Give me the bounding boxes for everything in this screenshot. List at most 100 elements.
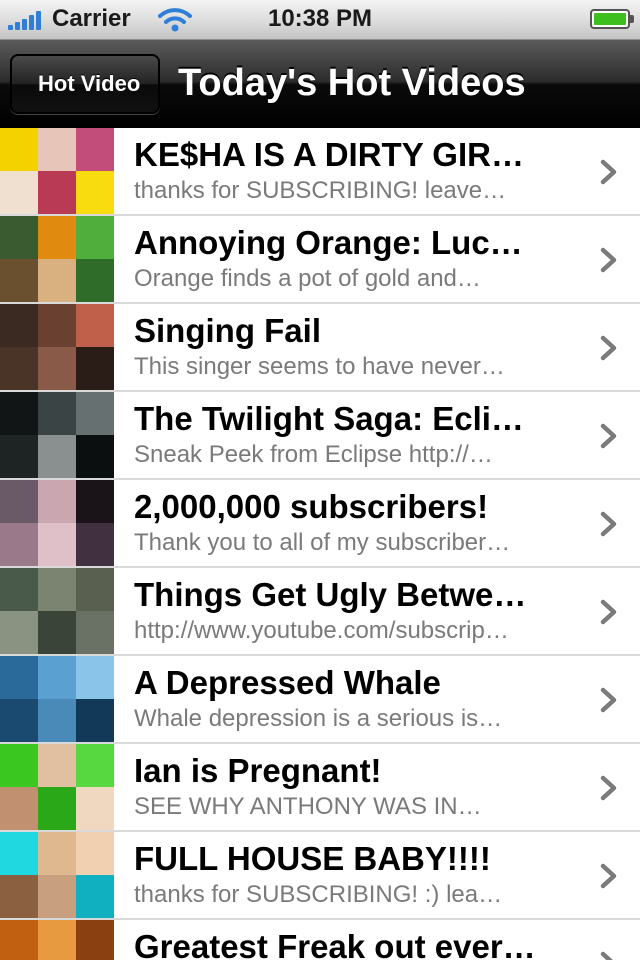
video-title: A Depressed Whale <box>134 664 441 701</box>
video-row[interactable]: Ian is Pregnant! SEE WHY ANTHONY WAS IN… <box>0 744 640 832</box>
video-row[interactable]: A Depressed Whale Whale depression is a s… <box>0 656 640 744</box>
thumbnail-pixel <box>76 744 114 788</box>
chevron-right-icon <box>600 599 617 625</box>
thumbnail-pixel <box>76 259 114 302</box>
thumbnail-pixel <box>76 832 114 876</box>
thumbnail-pixel <box>38 216 77 260</box>
thumbnail-pixel <box>76 216 114 260</box>
thumbnail-pixel <box>38 656 77 700</box>
thumbnail-pixel <box>38 875 77 918</box>
battery-nub <box>630 15 634 23</box>
video-title: Ian is Pregnant! <box>134 752 382 789</box>
thumbnail-pixel <box>0 787 39 830</box>
thumbnail-pixel <box>0 128 39 172</box>
video-thumbnail <box>0 656 114 742</box>
thumbnail-pixel <box>76 171 114 214</box>
thumbnail-pixel <box>38 128 77 172</box>
thumbnail-pixel <box>76 480 114 524</box>
video-row[interactable]: FULL HOUSE BABY!!!! thanks for SUBSCRIBIN… <box>0 832 640 920</box>
thumbnail-pixel <box>76 699 114 742</box>
video-list[interactable]: KE$HA IS A DIRTY GIR… thanks for SUBSCRIB… <box>0 128 640 960</box>
video-row[interactable]: Singing Fail This singer seems to have ne… <box>0 304 640 392</box>
thumbnail-pixel <box>38 523 77 566</box>
thumbnail-pixel <box>0 744 39 788</box>
thumbnail-pixel <box>76 787 114 830</box>
video-row[interactable]: Greatest Freak out ever… <box>0 920 640 960</box>
thumbnail-pixel <box>38 171 77 214</box>
back-button-label: Hot Video <box>38 71 141 96</box>
video-title: Singing Fail <box>134 312 321 349</box>
video-title: 2,000,000 subscribers! <box>134 488 489 525</box>
thumbnail-pixel <box>76 347 114 390</box>
video-thumbnail <box>0 128 114 214</box>
video-row[interactable]: KE$HA IS A DIRTY GIR… thanks for SUBSCRIB… <box>0 128 640 216</box>
video-title: The Twilight Saga: Ecli… <box>134 400 524 437</box>
video-thumbnail <box>0 920 114 960</box>
video-thumbnail <box>0 392 114 478</box>
thumbnail-pixel <box>38 392 77 436</box>
chevron-right-icon <box>600 423 617 449</box>
thumbnail-pixel <box>0 699 39 742</box>
thumbnail-pixel <box>38 435 77 478</box>
thumbnail-pixel <box>76 611 114 654</box>
thumbnail-pixel <box>76 128 114 172</box>
video-title: Annoying Orange: Luc… <box>134 224 523 261</box>
video-thumbnail <box>0 216 114 302</box>
thumbnail-pixel <box>76 304 114 348</box>
video-description: Sneak Peek from Eclipse http://… <box>134 441 493 468</box>
video-row[interactable]: Annoying Orange: Luc… Orange finds a pot … <box>0 216 640 304</box>
navigation-bar: Hot Video Today's Hot Videos <box>0 40 640 128</box>
video-row[interactable]: 2,000,000 subscribers! Thank you to all o… <box>0 480 640 568</box>
thumbnail-pixel <box>38 568 77 612</box>
chevron-right-icon <box>600 863 617 889</box>
thumbnail-pixel <box>0 347 39 390</box>
thumbnail-pixel <box>38 787 77 830</box>
video-description: This singer seems to have never… <box>134 353 505 380</box>
video-title: Things Get Ugly Betwe… <box>134 576 527 613</box>
video-description: thanks for SUBSCRIBING! :) lea… <box>134 881 503 908</box>
thumbnail-pixel <box>0 920 39 960</box>
thumbnail-pixel <box>0 875 39 918</box>
video-title: FULL HOUSE BABY!!!! <box>134 840 491 877</box>
thumbnail-pixel <box>76 656 114 700</box>
thumbnail-pixel <box>38 611 77 654</box>
video-row[interactable]: The Twilight Saga: Ecli… Sneak Peek from … <box>0 392 640 480</box>
chevron-right-icon <box>600 687 617 713</box>
battery-level <box>594 13 626 25</box>
chevron-right-icon <box>600 335 617 361</box>
video-description: SEE WHY ANTHONY WAS IN… <box>134 793 482 820</box>
video-thumbnail <box>0 744 114 830</box>
back-button[interactable]: Hot Video <box>10 54 161 114</box>
chevron-right-icon <box>600 775 617 801</box>
thumbnail-pixel <box>38 920 77 960</box>
thumbnail-pixel <box>38 347 77 390</box>
chevron-right-icon <box>600 511 617 537</box>
video-thumbnail <box>0 832 114 918</box>
thumbnail-pixel <box>0 568 39 612</box>
thumbnail-pixel <box>0 480 39 524</box>
thumbnail-pixel <box>38 699 77 742</box>
thumbnail-pixel <box>76 523 114 566</box>
thumbnail-pixel <box>0 216 39 260</box>
video-thumbnail <box>0 304 114 390</box>
video-description: Orange finds a pot of gold and… <box>134 265 481 292</box>
thumbnail-pixel <box>0 611 39 654</box>
thumbnail-pixel <box>38 480 77 524</box>
video-description: Whale depression is a serious is… <box>134 705 503 732</box>
thumbnail-pixel <box>0 392 39 436</box>
thumbnail-pixel <box>0 523 39 566</box>
thumbnail-pixel <box>38 259 77 302</box>
thumbnail-pixel <box>76 875 114 918</box>
status-time: 10:38 PM <box>267 5 373 32</box>
thumbnail-pixel <box>76 435 114 478</box>
chevron-right-icon <box>600 159 617 185</box>
thumbnail-pixel <box>38 744 77 788</box>
thumbnail-pixel <box>76 392 114 436</box>
thumbnail-pixel <box>0 656 39 700</box>
thumbnail-pixel <box>76 920 114 960</box>
thumbnail-pixel <box>0 832 39 876</box>
page-title: Today's Hot Videos <box>178 62 526 104</box>
video-row[interactable]: Things Get Ugly Betwe… http://www.youtube… <box>0 568 640 656</box>
thumbnail-pixel <box>76 568 114 612</box>
thumbnail-pixel <box>0 304 39 348</box>
